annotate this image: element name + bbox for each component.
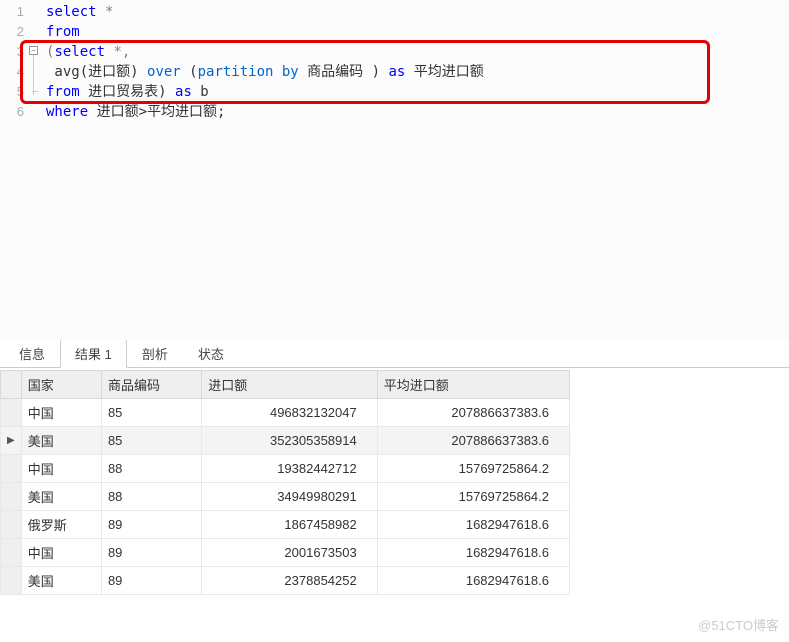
cell[interactable]: 352305358914	[202, 427, 378, 455]
row-indicator: ▶	[1, 427, 22, 455]
code-line[interactable]: 2from	[0, 22, 789, 42]
cell[interactable]: 2378854252	[202, 567, 378, 595]
cell[interactable]: 美国	[21, 427, 101, 455]
column-header[interactable]: 平均进口额	[377, 371, 569, 399]
code-line[interactable]: 5from 进口贸易表) as b	[0, 82, 789, 102]
sql-editor[interactable]: 1select *2from3−(select *,4 avg(进口额) ove…	[0, 0, 789, 340]
fold-end-icon	[32, 91, 38, 92]
row-indicator-header	[1, 371, 22, 399]
table-row[interactable]: 俄罗斯8918674589821682947618.6	[1, 511, 570, 539]
cell[interactable]: 89	[101, 567, 201, 595]
cell[interactable]: 中国	[21, 399, 101, 427]
cell[interactable]: 496832132047	[202, 399, 378, 427]
cell[interactable]: 207886637383.6	[377, 399, 569, 427]
line-number: 2	[0, 22, 30, 42]
line-number: 5	[0, 82, 30, 102]
code-text[interactable]: where 进口额>平均进口额;	[30, 102, 225, 122]
code-line[interactable]: 1select *	[0, 2, 789, 22]
tab-信息[interactable]: 信息	[4, 339, 60, 367]
table-row[interactable]: 中国8920016735031682947618.6	[1, 539, 570, 567]
row-indicator	[1, 511, 22, 539]
table-row[interactable]: 美国8923788542521682947618.6	[1, 567, 570, 595]
table-row[interactable]: ▶美国85352305358914207886637383.6	[1, 427, 570, 455]
cell[interactable]: 中国	[21, 455, 101, 483]
cell[interactable]: 美国	[21, 483, 101, 511]
column-header[interactable]: 商品编码	[101, 371, 201, 399]
cell[interactable]: 89	[101, 539, 201, 567]
code-line[interactable]: 4 avg(进口额) over (partition by 商品编码 ) as …	[0, 62, 789, 82]
row-indicator	[1, 539, 22, 567]
cell[interactable]: 88	[101, 455, 201, 483]
code-text[interactable]: from	[30, 22, 80, 42]
table-row[interactable]: 美国883494998029115769725864.2	[1, 483, 570, 511]
row-indicator	[1, 483, 22, 511]
fold-toggle-icon[interactable]: −	[29, 46, 38, 55]
cell[interactable]: 1867458982	[202, 511, 378, 539]
cell[interactable]: 1682947618.6	[377, 511, 569, 539]
cell[interactable]: 15769725864.2	[377, 483, 569, 511]
tab-状态[interactable]: 状态	[183, 339, 239, 367]
cell[interactable]: 85	[101, 399, 201, 427]
table-row[interactable]: 中国881938244271215769725864.2	[1, 455, 570, 483]
line-number: 4	[0, 62, 30, 82]
cell[interactable]: 中国	[21, 539, 101, 567]
cell[interactable]: 19382442712	[202, 455, 378, 483]
result-tabs: 信息结果 1剖析状态	[0, 340, 789, 368]
row-indicator	[1, 399, 22, 427]
cell[interactable]: 88	[101, 483, 201, 511]
line-number: 6	[0, 102, 30, 122]
cell[interactable]: 89	[101, 511, 201, 539]
code-line[interactable]: 6where 进口额>平均进口额;	[0, 102, 789, 122]
cell[interactable]: 1682947618.6	[377, 567, 569, 595]
code-text[interactable]: (select *,	[30, 42, 130, 62]
cell[interactable]: 美国	[21, 567, 101, 595]
column-header[interactable]: 国家	[21, 371, 101, 399]
results-grid: 国家商品编码进口额平均进口额 中国85496832132047207886637…	[0, 370, 570, 595]
cell[interactable]: 2001673503	[202, 539, 378, 567]
line-number: 1	[0, 2, 30, 22]
cell[interactable]: 俄罗斯	[21, 511, 101, 539]
tab-结果 1[interactable]: 结果 1	[60, 339, 127, 368]
row-indicator	[1, 455, 22, 483]
row-indicator	[1, 567, 22, 595]
cell[interactable]: 1682947618.6	[377, 539, 569, 567]
table-row[interactable]: 中国85496832132047207886637383.6	[1, 399, 570, 427]
fold-guide	[33, 55, 34, 95]
watermark: @51CTO博客	[698, 615, 779, 634]
code-text[interactable]: from 进口贸易表) as b	[30, 82, 209, 102]
cell[interactable]: 207886637383.6	[377, 427, 569, 455]
column-header[interactable]: 进口额	[202, 371, 378, 399]
line-number: 3−	[0, 42, 30, 62]
cell[interactable]: 85	[101, 427, 201, 455]
tab-剖析[interactable]: 剖析	[127, 339, 183, 367]
cell[interactable]: 34949980291	[202, 483, 378, 511]
code-line[interactable]: 3−(select *,	[0, 42, 789, 62]
code-text[interactable]: select *	[30, 2, 113, 22]
cell[interactable]: 15769725864.2	[377, 455, 569, 483]
code-text[interactable]: avg(进口额) over (partition by 商品编码 ) as 平均…	[30, 62, 484, 82]
